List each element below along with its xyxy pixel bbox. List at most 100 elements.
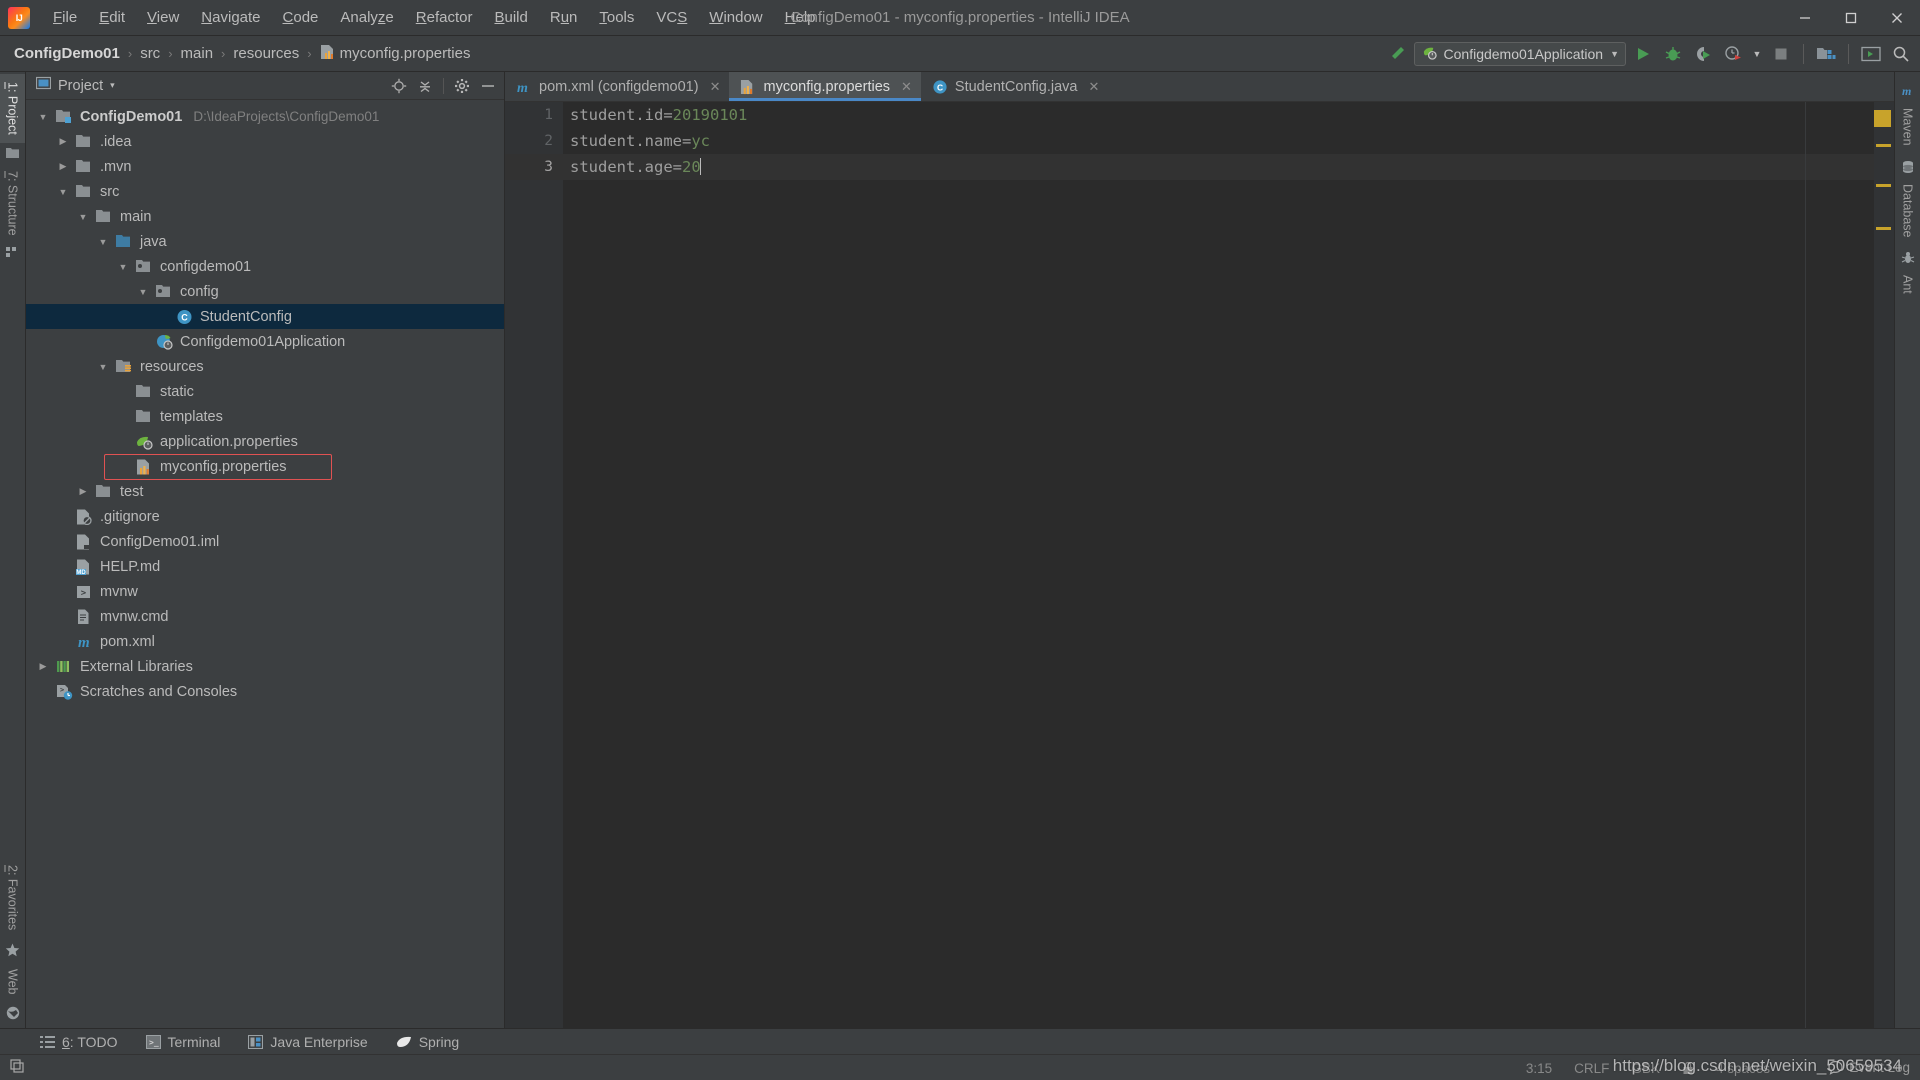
menu-vcs[interactable]: VCS xyxy=(645,5,698,30)
tree-node-external-libraries[interactable]: ▶ External Libraries xyxy=(26,654,504,679)
tree-node-static[interactable]: static xyxy=(26,379,504,404)
event-log-button[interactable]: Event Log xyxy=(1828,1060,1910,1075)
tree-node--mvn[interactable]: ▶ .mvn xyxy=(26,154,504,179)
line-number[interactable]: 2 xyxy=(505,128,563,154)
tree-node-templates[interactable]: templates xyxy=(26,404,504,429)
close-tab-icon[interactable]: ✕ xyxy=(1088,79,1099,95)
file-encoding[interactable]: GBK xyxy=(1631,1061,1660,1078)
minimize-button[interactable] xyxy=(1782,0,1828,36)
chevron-down-icon[interactable]: ▼ xyxy=(116,262,130,272)
tree-node-myconfig-properties[interactable]: myconfig.properties xyxy=(26,454,504,480)
menu-help[interactable]: Help xyxy=(774,5,827,30)
chevron-right-icon[interactable]: ▶ xyxy=(56,161,70,172)
stop-button[interactable] xyxy=(1768,41,1794,67)
menu-tools[interactable]: Tools xyxy=(588,5,645,30)
editor-tab-myconfig-properties[interactable]: myconfig.properties ✕ xyxy=(729,72,922,101)
menu-window[interactable]: Window xyxy=(698,5,773,30)
build-hammer-icon[interactable] xyxy=(1384,41,1410,67)
tree-node-configdemo01application[interactable]: Configdemo01Application xyxy=(26,329,504,354)
close-button[interactable] xyxy=(1874,0,1920,36)
project-panel-title-group[interactable]: Project ▾ xyxy=(35,76,115,95)
caret-position[interactable]: 3:15 xyxy=(1526,1061,1552,1078)
run-configuration-selector[interactable]: Configdemo01Application ▼ xyxy=(1413,42,1626,66)
chevron-down-icon[interactable]: ▼ xyxy=(1610,49,1619,59)
tree-node-java[interactable]: ▼ java xyxy=(26,229,504,254)
tree-node-pom-xml[interactable]: m pom.xml xyxy=(26,629,504,654)
tree-node-src[interactable]: ▼ src xyxy=(26,179,504,204)
tree-node-mvnw[interactable]: > mvnw xyxy=(26,579,504,604)
bottom-tab-6-todo[interactable]: 6: TODO xyxy=(40,1034,118,1050)
breadcrumb-item-main[interactable]: main xyxy=(181,45,214,62)
chevron-right-icon[interactable]: ▶ xyxy=(76,486,90,497)
menu-file[interactable]: File xyxy=(42,5,88,30)
menu-refactor[interactable]: Refactor xyxy=(405,5,484,30)
run-button[interactable] xyxy=(1630,41,1656,67)
chevron-down-icon[interactable]: ▼ xyxy=(36,112,50,122)
bottom-tab-spring[interactable]: Spring xyxy=(396,1034,459,1050)
close-tab-icon[interactable]: ✕ xyxy=(710,79,721,95)
lock-icon[interactable] xyxy=(1682,1061,1694,1078)
bottom-tab-java-enterprise[interactable]: Java Enterprise xyxy=(248,1034,368,1050)
editor-tab-studentconfig-java[interactable]: C StudentConfig.java ✕ xyxy=(921,72,1108,101)
chevron-down-icon[interactable]: ▼ xyxy=(76,212,90,222)
run-dropdown-icon[interactable]: ▼ xyxy=(1750,41,1764,67)
tree-node-resources[interactable]: ▼ resources xyxy=(26,354,504,379)
tool-window-button-web[interactable]: Web xyxy=(0,961,25,1002)
close-tab-icon[interactable]: ✕ xyxy=(901,79,912,95)
menu-analyze[interactable]: Analyze xyxy=(329,5,404,30)
line-number[interactable]: 3 xyxy=(505,154,563,180)
settings-gear-icon[interactable] xyxy=(450,75,474,97)
menu-view[interactable]: View xyxy=(136,5,190,30)
tree-node-test[interactable]: ▶ test xyxy=(26,479,504,504)
chevron-right-icon[interactable]: ▶ xyxy=(56,136,70,147)
tool-window-button-database[interactable]: Database xyxy=(1895,176,1920,246)
tool-window-button-2-favorites[interactable]: 2: Favorites xyxy=(0,857,25,938)
breadcrumb-item-configdemo01[interactable]: ConfigDemo01 xyxy=(14,45,120,62)
toggle-toolwindows-icon[interactable] xyxy=(10,1057,26,1078)
tool-window-button-1-project[interactable]: 1: Project xyxy=(0,74,25,143)
chevron-down-icon[interactable]: ▼ xyxy=(96,237,110,247)
breadcrumb-item-src[interactable]: src xyxy=(140,45,160,62)
locate-file-icon[interactable] xyxy=(387,75,411,97)
tree-node-studentconfig[interactable]: C StudentConfig xyxy=(26,304,504,329)
profiler-button[interactable] xyxy=(1720,41,1746,67)
tree-node--idea[interactable]: ▶ .idea xyxy=(26,129,504,154)
tree-node-scratches-and-consoles[interactable]: > Scratches and Consoles xyxy=(26,679,504,704)
tree-node-application-properties[interactable]: application.properties xyxy=(26,429,504,454)
chevron-right-icon[interactable]: ▶ xyxy=(36,661,50,672)
chevron-down-icon[interactable]: ▾ xyxy=(110,80,115,91)
tree-node-configdemo01-iml[interactable]: ConfigDemo01.iml xyxy=(26,529,504,554)
menu-run[interactable]: Run xyxy=(539,5,589,30)
chevron-down-icon[interactable]: ▼ xyxy=(136,287,150,297)
editor-marker-strip[interactable] xyxy=(1874,102,1894,1028)
tree-node-configdemo01[interactable]: ▼ configdemo01 xyxy=(26,254,504,279)
line-number[interactable]: 1 xyxy=(505,102,563,128)
tree-node-config[interactable]: ▼ config xyxy=(26,279,504,304)
breadcrumb-item-resources[interactable]: resources xyxy=(233,45,299,62)
menu-build[interactable]: Build xyxy=(483,5,538,30)
breadcrumb-item-myconfig-properties[interactable]: myconfig.properties xyxy=(320,44,471,64)
project-structure-button[interactable] xyxy=(1813,41,1839,67)
run-with-coverage-button[interactable] xyxy=(1690,41,1716,67)
code-line[interactable]: student.id=20190101 xyxy=(563,102,1894,128)
chevron-down-icon[interactable]: ▼ xyxy=(96,362,110,372)
hide-panel-icon[interactable] xyxy=(476,75,500,97)
menu-edit[interactable]: Edit xyxy=(88,5,136,30)
terminal-toolbar-icon[interactable] xyxy=(1858,41,1884,67)
tool-window-button-maven[interactable]: Maven xyxy=(1895,100,1920,154)
code-line[interactable]: student.name=yc xyxy=(563,128,1894,154)
tree-node--gitignore[interactable]: .gitignore xyxy=(26,504,504,529)
editor-tab-pom-xml-configdemo01-[interactable]: m pom.xml (configdemo01) ✕ xyxy=(505,72,729,101)
search-everywhere-icon[interactable] xyxy=(1888,41,1914,67)
tree-node-main[interactable]: ▼ main xyxy=(26,204,504,229)
bottom-tab-terminal[interactable]: >_ Terminal xyxy=(145,1034,220,1050)
tool-window-button-ant[interactable]: Ant xyxy=(1895,267,1920,302)
tool-window-button-7-structure[interactable]: 7: Structure xyxy=(0,163,25,244)
menu-navigate[interactable]: Navigate xyxy=(190,5,271,30)
tree-node-configdemo01[interactable]: ▼ ConfigDemo01 D:\IdeaProjects\ConfigDemo0… xyxy=(26,104,504,129)
line-separator[interactable]: CRLF xyxy=(1574,1061,1609,1078)
chevron-down-icon[interactable]: ▼ xyxy=(56,187,70,197)
tree-node-help-md[interactable]: MD HELP.md xyxy=(26,554,504,579)
code-line[interactable]: student.age=20 xyxy=(563,154,1894,180)
maximize-button[interactable] xyxy=(1828,0,1874,36)
